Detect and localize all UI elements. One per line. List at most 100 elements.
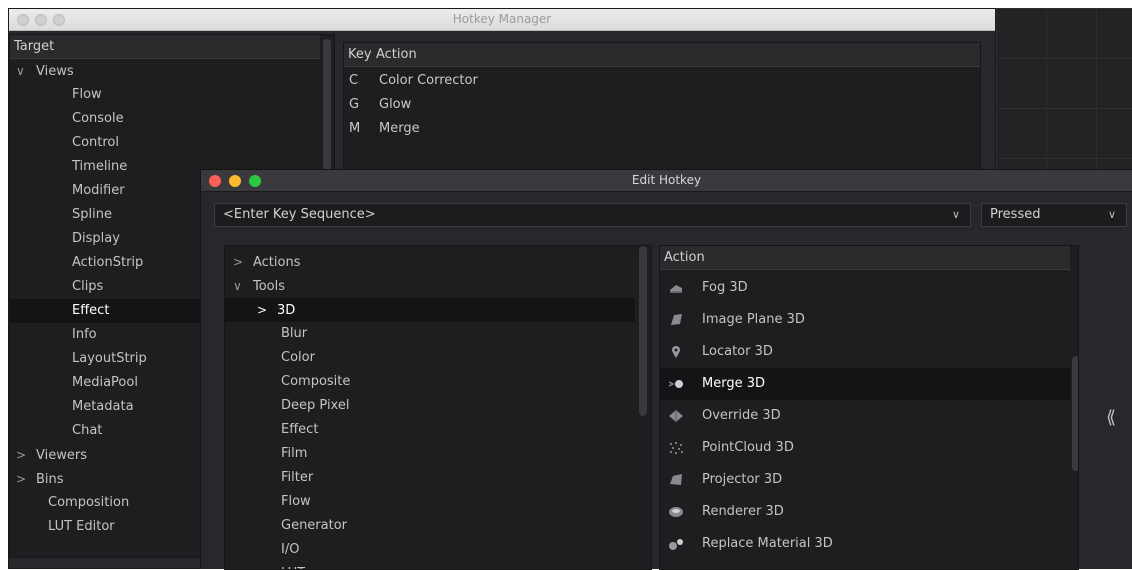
chevron-down-icon[interactable]: ∨ [952, 204, 960, 226]
action-label: Projector 3D [702, 472, 783, 487]
chevron-down-icon: ∨ [16, 64, 25, 78]
action-column-header[interactable]: Action [660, 246, 1070, 270]
hotkey-key: G [349, 97, 360, 112]
tool-category-tree[interactable]: > Actions ∨ Tools >3D Blur Color Composite… [224, 245, 652, 570]
tree-item-deep-pixel[interactable]: Deep Pixel [281, 394, 349, 418]
action-item-merge-3d[interactable]: Merge 3D [660, 368, 1070, 400]
target-scrollbar[interactable] [323, 39, 331, 189]
tree-item-label: Views [36, 64, 74, 79]
hotkey-list-header: Key Action [344, 43, 980, 67]
tree-item-actions[interactable]: > Actions [233, 250, 301, 274]
action-label: Replace Material 3D [702, 536, 833, 551]
hotkey-manager-titlebar: Hotkey Manager [9, 9, 995, 31]
key-sequence-value: <Enter Key Sequence> [223, 207, 376, 222]
renderer-3d-icon [669, 507, 683, 517]
action-item-fog-3d[interactable]: Fog 3D [660, 272, 1070, 304]
action-item-locator-3d[interactable]: Locator 3D [660, 336, 1070, 368]
action-scrollbar[interactable] [1072, 356, 1078, 471]
hotkey-action: Merge [379, 121, 420, 136]
key-column-header[interactable]: Key [348, 47, 372, 62]
tree-item-display[interactable]: Display [72, 227, 120, 251]
pointcloud-3d-icon [670, 442, 683, 454]
tree-item-info[interactable]: Info [72, 323, 97, 347]
merge-3d-icon [668, 380, 683, 388]
tree-item-chat[interactable]: Chat [72, 419, 102, 443]
window-title: Hotkey Manager [452, 12, 552, 26]
tree-item-filter[interactable]: Filter [281, 466, 313, 490]
tree-item-label: 3D [277, 303, 296, 318]
tree-item-mediapool[interactable]: MediaPool [72, 371, 138, 395]
tool-tree-scrollbar[interactable] [639, 246, 647, 416]
tree-item-label: Tools [253, 279, 286, 294]
collapse-panel-button[interactable]: ⟪ [1101, 407, 1121, 428]
tree-item-control[interactable]: Control [72, 131, 119, 155]
action-label: Renderer 3D [702, 504, 784, 519]
hotkey-action: Color Corrector [379, 73, 478, 88]
action-label: Override 3D [702, 408, 781, 423]
tree-item-flow[interactable]: Flow [72, 83, 102, 107]
chevron-right-icon: > [257, 303, 268, 317]
tree-item-label: Actions [253, 255, 301, 270]
tree-item-console[interactable]: Console [72, 107, 124, 131]
tree-item-film[interactable]: Film [281, 442, 307, 466]
action-item-image-plane-3d[interactable]: Image Plane 3D [660, 304, 1070, 336]
locator-3d-icon [672, 346, 680, 358]
hotkey-row[interactable]: C Color Corrector [344, 69, 980, 93]
hotkey-row[interactable]: G Glow [344, 93, 980, 117]
tree-item-composition[interactable]: Composition [48, 491, 129, 515]
chevron-right-icon: > [16, 472, 27, 486]
tree-item-metadata[interactable]: Metadata [72, 395, 134, 419]
action-item-override-3d[interactable]: Override 3D [660, 400, 1070, 432]
tree-item-viewers[interactable]: > Viewers [16, 443, 87, 467]
tree-item-timeline[interactable]: Timeline [72, 155, 127, 179]
trigger-value: Pressed [990, 207, 1041, 222]
action-item-pointcloud-3d[interactable]: PointCloud 3D [660, 432, 1070, 464]
action-column-header[interactable]: Action [376, 47, 417, 62]
tree-item-actionstrip[interactable]: ActionStrip [72, 251, 143, 275]
tree-item-label: Bins [36, 472, 64, 487]
chevron-down-icon: ∨ [233, 279, 242, 293]
hotkey-key: M [349, 121, 361, 136]
tree-item-composite[interactable]: Composite [281, 370, 350, 394]
tree-item-tools[interactable]: ∨ Tools [233, 274, 285, 298]
tree-item-io[interactable]: I/O [281, 538, 299, 562]
chevron-right-icon: > [16, 448, 27, 462]
action-label: PointCloud 3D [702, 440, 794, 455]
tree-item-blur[interactable]: Blur [281, 322, 307, 346]
edit-hotkey-dialog: Edit Hotkey <Enter Key Sequence> ∨ Press… [200, 169, 1132, 570]
tree-item-color[interactable]: Color [281, 346, 315, 370]
replace-material-3d-icon [669, 539, 683, 550]
tree-item-spline[interactable]: Spline [72, 203, 112, 227]
trigger-select[interactable]: Pressed ∨ [981, 203, 1127, 227]
tree-item-bins[interactable]: > Bins [16, 467, 64, 491]
tree-item-effect[interactable]: Effect [281, 418, 318, 442]
tree-item-label: Viewers [36, 448, 87, 463]
edit-hotkey-titlebar: Edit Hotkey [201, 170, 1132, 192]
tree-item-modifier[interactable]: Modifier [72, 179, 125, 203]
tree-item-views[interactable]: ∨ Views [16, 59, 74, 83]
tree-item-effect[interactable]: Effect [10, 299, 210, 323]
key-sequence-field[interactable]: <Enter Key Sequence> ∨ [214, 203, 971, 227]
action-list-panel[interactable]: Action Fog 3D Image Plane 3D Locator 3D … [659, 245, 1079, 570]
tree-item-flow[interactable]: Flow [281, 490, 311, 514]
tree-item-3d[interactable]: >3D [225, 298, 635, 322]
hotkey-key: C [349, 73, 359, 88]
action-item-projector-3d[interactable]: Projector 3D [660, 464, 1070, 496]
tree-item-clips[interactable]: Clips [72, 275, 103, 299]
action-label: Locator 3D [702, 344, 773, 359]
action-item-renderer-3d[interactable]: Renderer 3D [660, 496, 1070, 528]
fog-3d-icon [670, 285, 682, 293]
tree-item-layoutstrip[interactable]: LayoutStrip [72, 347, 147, 371]
projector-3d-icon [670, 474, 682, 485]
hotkey-row[interactable]: M Merge [344, 117, 980, 141]
action-label: Image Plane 3D [702, 312, 805, 327]
chevron-right-icon: > [233, 255, 244, 269]
action-label: Merge 3D [702, 376, 765, 391]
hotkey-action: Glow [379, 97, 412, 112]
action-label: Fog 3D [702, 280, 748, 295]
target-header: Target [10, 35, 320, 59]
action-item-replace-material-3d[interactable]: Replace Material 3D [660, 528, 1070, 560]
chevron-down-icon[interactable]: ∨ [1108, 204, 1116, 226]
tree-item-lut-editor[interactable]: LUT Editor [48, 515, 115, 539]
tree-item-generator[interactable]: Generator [281, 514, 347, 538]
